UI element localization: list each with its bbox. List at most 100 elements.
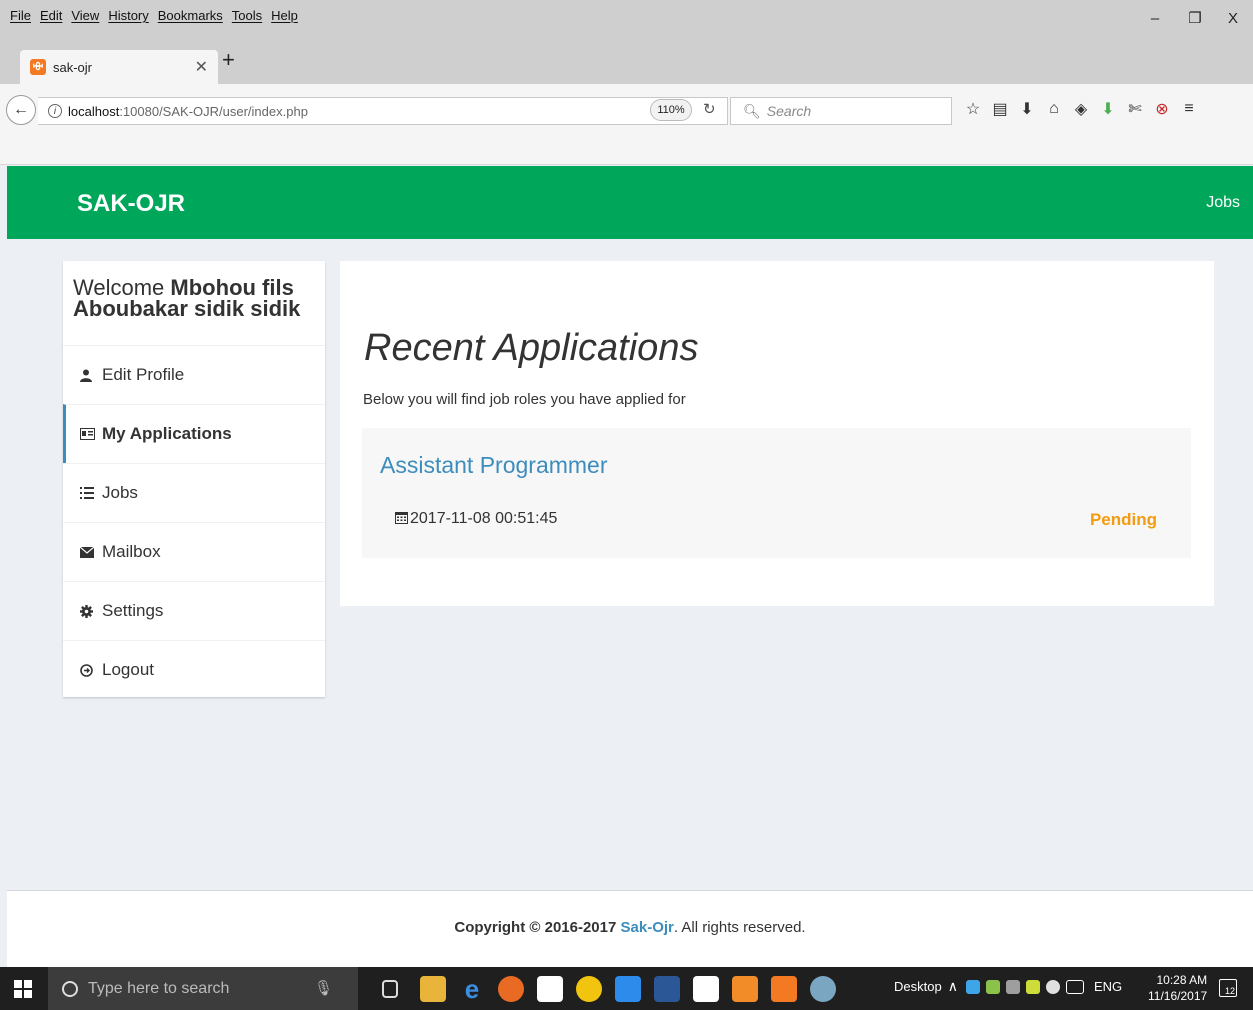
application-job-title[interactable]: Assistant Programmer (380, 452, 608, 479)
new-tab-plus-icon[interactable]: + (222, 49, 235, 71)
gear-icon (80, 604, 102, 618)
store-icon[interactable] (537, 976, 563, 1002)
logout-icon (80, 663, 102, 677)
nav-link-jobs[interactable]: Jobs (1206, 194, 1240, 212)
calendar-icon (395, 511, 408, 527)
application-date: 2017-11-08 00:51:45 (395, 510, 557, 528)
menu-items: File Edit View History Bookmarks Tools H… (10, 8, 298, 23)
clock-time: 10:28 AM (1156, 973, 1208, 987)
page-subtitle: Below you will find job roles you have a… (363, 391, 686, 408)
tab-close-icon[interactable]: ✕ (195, 57, 208, 77)
url-bar[interactable]: i localhost:10080/SAK-OJR/user/index.php (38, 97, 728, 125)
close-window-button[interactable]: X (1218, 8, 1248, 28)
scissors-extension-icon[interactable]: ✄ (1122, 99, 1148, 119)
sidebar-item-label: My Applications (102, 424, 232, 443)
edge-browser-icon[interactable]: e (459, 974, 485, 1004)
sidebar-item-logout[interactable]: Logout (63, 640, 325, 699)
tray-power-icon[interactable] (1025, 979, 1040, 994)
microphone-icon[interactable]: 🎙︎ (314, 979, 333, 997)
home-icon[interactable]: ⌂ (1041, 100, 1067, 118)
search-icon: 🔍︎ (743, 102, 761, 119)
menu-help[interactable]: Help (271, 8, 298, 23)
taskbar-search-input[interactable]: Type here to search (48, 967, 358, 1010)
user-icon (80, 369, 102, 382)
xampp-favicon-icon: ꗳ (30, 59, 46, 75)
tray-app-icon[interactable] (965, 979, 980, 994)
sidebar-item-label: Logout (102, 660, 154, 679)
zoom-level-badge[interactable]: 110% (650, 99, 692, 121)
list-icon (80, 487, 102, 499)
keyboard-icon[interactable] (1065, 979, 1084, 994)
sidebar-item-mailbox[interactable]: Mailbox (63, 522, 325, 581)
sidebar-item-label: Jobs (102, 483, 138, 502)
copyright-suffix: . All rights reserved. (673, 919, 806, 936)
reload-icon[interactable]: ↻ (703, 100, 716, 118)
application-card: Assistant Programmer 2017-11-08 00:51:45… (362, 428, 1191, 558)
blue-app-icon[interactable] (615, 976, 641, 1002)
menu-bar: File Edit View History Bookmarks Tools H… (0, 0, 1253, 36)
info-icon[interactable]: i (48, 104, 62, 118)
browser-tab[interactable]: ꗳ sak-ojr ✕ (20, 50, 218, 84)
menu-history[interactable]: History (108, 8, 148, 23)
taskbar-pinned-apps: e (382, 974, 849, 1004)
vlc-icon[interactable] (732, 976, 758, 1002)
sidebar-item-label: Settings (102, 601, 164, 620)
sidebar-item-settings[interactable]: Settings (63, 581, 325, 640)
copyright-prefix: Copyright © 2016-2017 (454, 919, 617, 936)
task-view-icon[interactable] (382, 980, 398, 998)
url-host: localhost (68, 103, 120, 119)
sidebar-item-jobs[interactable]: Jobs (63, 463, 325, 522)
paint-app-icon[interactable] (810, 976, 836, 1002)
reading-list-icon[interactable]: ▤ (987, 99, 1013, 119)
sidebar-item-my-applications[interactable]: My Applications (63, 404, 325, 463)
brand-logo[interactable]: SAK-OJR (77, 190, 185, 218)
menu-view[interactable]: View (71, 8, 99, 23)
taskbar-clock[interactable]: 10:28 AM 11/16/2017 (1148, 972, 1207, 1004)
tray-display-icon[interactable] (1005, 979, 1020, 994)
cortana-circle-icon (62, 980, 78, 997)
recent-applications-panel: Recent Applications Below you will find … (340, 261, 1214, 606)
taskbar-search-placeholder: Type here to search (88, 979, 230, 997)
sidebar-item-label: Edit Profile (102, 365, 185, 384)
back-arrow-icon[interactable]: ← (6, 95, 36, 125)
firefox-icon[interactable] (498, 976, 524, 1002)
tray-network-icon[interactable] (985, 979, 1000, 994)
sidebar-item-label: Mailbox (102, 542, 161, 561)
pocket-icon[interactable]: ◈ (1068, 99, 1094, 119)
language-indicator[interactable]: ENG (1094, 979, 1122, 994)
sidebar-item-edit-profile[interactable]: Edit Profile (63, 345, 325, 404)
notification-count: 12 (1224, 986, 1235, 996)
word-app-icon[interactable] (654, 976, 680, 1002)
menu-bookmarks[interactable]: Bookmarks (158, 8, 223, 23)
browser-search-input[interactable]: 🔍︎ Search (730, 97, 952, 125)
site-header: SAK-OJR Jobs (7, 166, 1253, 239)
bookmark-star-icon[interactable]: ☆ (960, 99, 986, 119)
block-extension-icon[interactable]: ⊗ (1149, 99, 1175, 119)
system-tray: Desktop ∧ ENG (894, 978, 1122, 995)
desktop-toolbar-label[interactable]: Desktop (894, 979, 942, 994)
chevron-up-icon[interactable]: ∧ (948, 978, 958, 995)
volume-icon[interactable] (1045, 979, 1060, 994)
notification-center-icon[interactable]: 12 (1219, 979, 1237, 997)
copyright-text: Copyright © 2016-2017 Sak-Ojr. All right… (7, 919, 1253, 936)
file-explorer-icon[interactable] (420, 976, 446, 1002)
footer-site-link[interactable]: Sak-Ojr (621, 919, 674, 936)
page-title: Recent Applications (364, 327, 699, 369)
hamburger-menu-icon[interactable]: ≡ (1176, 100, 1202, 118)
menu-edit[interactable]: Edit (40, 8, 62, 23)
extension-badge-icon[interactable]: ⬇ (1095, 99, 1121, 119)
chrome-icon[interactable] (576, 976, 602, 1002)
minimize-button[interactable]: – (1140, 8, 1170, 28)
windows-taskbar: Type here to search 🎙︎ e Desktop ∧ ENG 1… (0, 967, 1253, 1010)
menu-file[interactable]: File (10, 8, 31, 23)
windows-start-icon[interactable] (14, 980, 32, 998)
user-sidebar: Welcome Mbohou fils Aboubakar sidik sidi… (63, 261, 325, 697)
download-icon[interactable]: ⬇ (1014, 99, 1040, 119)
menu-tools[interactable]: Tools (232, 8, 262, 23)
mail-app-icon[interactable] (693, 976, 719, 1002)
id-card-icon (80, 428, 102, 440)
toolbar-icons: ☆ ▤ ⬇ ⌂ ◈ ⬇ ✄ ⊗ ≡ (960, 99, 1203, 119)
tab-title: sak-ojr (53, 59, 93, 75)
restore-button[interactable]: ❐ (1180, 8, 1210, 28)
xampp-taskbar-icon[interactable] (771, 976, 797, 1002)
